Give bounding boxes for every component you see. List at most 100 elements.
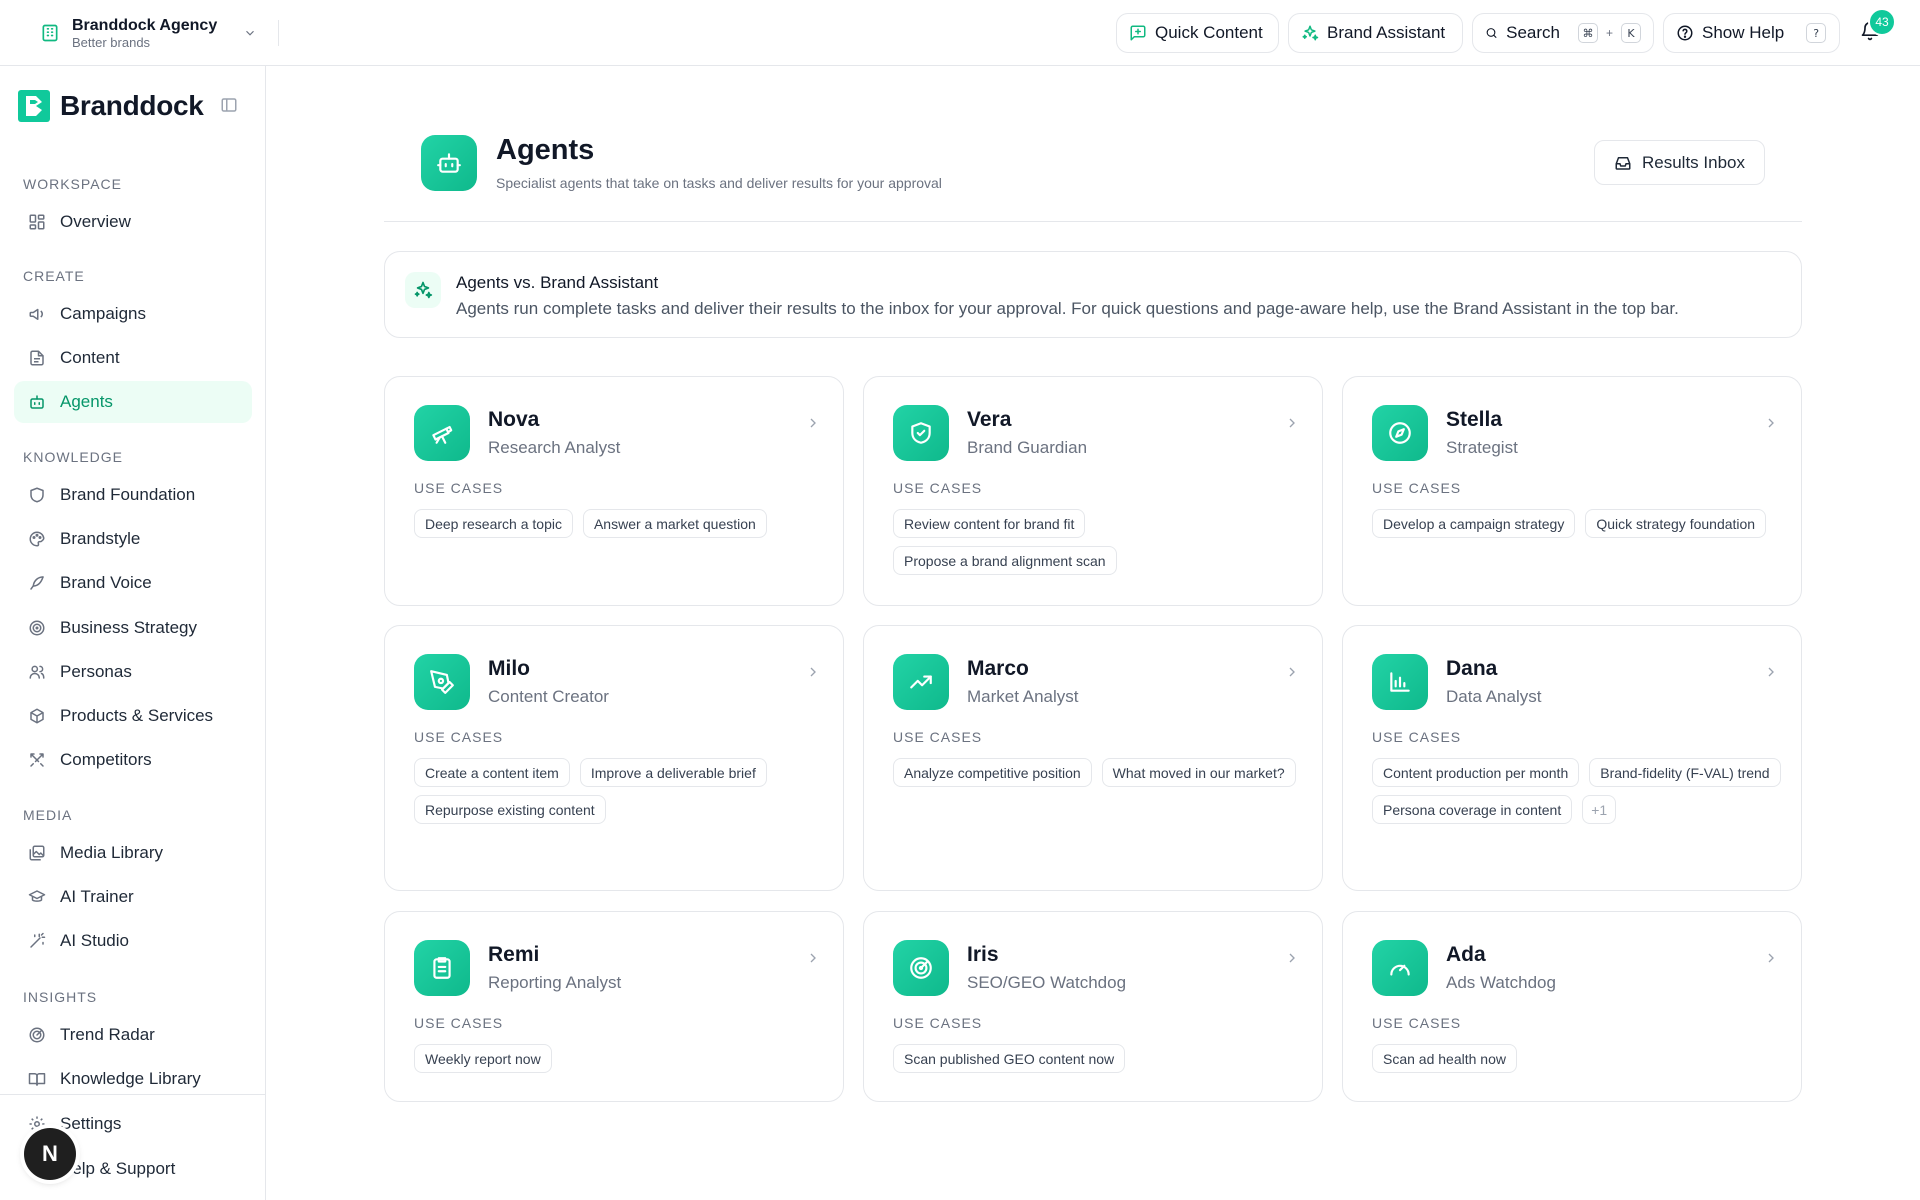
use-case-chip[interactable]: Scan ad health now bbox=[1372, 1044, 1517, 1073]
sidebar-item-agents[interactable]: Agents bbox=[14, 381, 252, 423]
use-case-chip[interactable]: What moved in our market? bbox=[1101, 758, 1296, 787]
use-cases-label: USE CASES bbox=[414, 1015, 504, 1031]
help-circle-icon bbox=[1677, 25, 1693, 41]
agent-role: Ads Watchdog bbox=[1446, 973, 1556, 992]
use-cases-label: USE CASES bbox=[893, 729, 983, 745]
sidebar-item-label: Brand Voice bbox=[60, 573, 152, 592]
agent-role: Research Analyst bbox=[488, 438, 621, 457]
open-agent-chevron[interactable] bbox=[1284, 415, 1300, 436]
images-icon bbox=[29, 845, 45, 861]
sidebar-item-overview[interactable]: Overview bbox=[14, 201, 252, 243]
use-case-list: Scan published GEO content now bbox=[893, 1044, 1303, 1073]
file-text-icon bbox=[30, 350, 44, 366]
agent-name: Remi bbox=[488, 943, 540, 966]
user-avatar[interactable]: N bbox=[24, 1128, 76, 1180]
brand-assistant-button[interactable]: Brand Assistant bbox=[1288, 13, 1463, 53]
agent-card-remi[interactable]: Remi Reporting Analyst USE CASES Weekly rep… bbox=[384, 911, 844, 1102]
open-agent-chevron[interactable] bbox=[1763, 950, 1779, 971]
page-title: Agents bbox=[496, 134, 595, 166]
agent-name: Vera bbox=[967, 408, 1012, 431]
open-agent-chevron[interactable] bbox=[805, 950, 821, 971]
open-agent-chevron[interactable] bbox=[1763, 664, 1779, 685]
use-case-chip[interactable]: Repurpose existing content bbox=[414, 795, 606, 824]
open-agent-chevron[interactable] bbox=[805, 415, 821, 436]
sidebar-item-trend-radar[interactable]: Trend Radar bbox=[14, 1014, 252, 1056]
sidebar-item-brand-foundation[interactable]: Brand Foundation bbox=[14, 474, 252, 516]
sidebar-item-label: Brand Foundation bbox=[60, 485, 196, 504]
use-case-list: Analyze competitive position What moved i… bbox=[893, 758, 1303, 787]
sidebar-item-ai-studio[interactable]: AI Studio bbox=[14, 920, 252, 962]
telescope-icon bbox=[432, 425, 453, 444]
agent-avatar bbox=[414, 405, 470, 461]
agent-card-marco[interactable]: Marco Market Analyst USE CASES Analyze comp… bbox=[863, 625, 1323, 891]
sidebar-item-brand-voice[interactable]: Brand Voice bbox=[14, 562, 252, 604]
sidebar-item-personas[interactable]: Personas bbox=[14, 651, 252, 693]
sidebar-item-products-services[interactable]: Products & Services bbox=[14, 695, 252, 737]
users-icon bbox=[29, 665, 45, 679]
use-case-chip[interactable]: Analyze competitive position bbox=[893, 758, 1092, 787]
graduation-cap-icon bbox=[28, 890, 46, 902]
agent-card-nova[interactable]: Nova Research Analyst USE CASES Deep resear… bbox=[384, 376, 844, 606]
chevron-right-icon bbox=[1289, 953, 1295, 963]
agent-card-vera[interactable]: Vera Brand Guardian USE CASES Review conten… bbox=[863, 376, 1323, 606]
brand-logo-link[interactable]: Branddock bbox=[18, 90, 204, 122]
use-case-chip[interactable]: Persona coverage in content bbox=[1372, 795, 1573, 824]
use-case-chip[interactable]: Propose a brand alignment scan bbox=[893, 546, 1117, 575]
sidebar-item-campaigns[interactable]: Campaigns bbox=[14, 293, 252, 335]
use-case-chip[interactable]: Answer a market question bbox=[582, 509, 767, 538]
results-inbox-button[interactable]: Results Inbox bbox=[1594, 140, 1765, 185]
page-subtitle: Specialist agents that take on tasks and… bbox=[496, 175, 942, 191]
use-case-chip[interactable]: Scan published GEO content now bbox=[893, 1044, 1126, 1073]
use-case-chip[interactable]: Deep research a topic bbox=[414, 509, 573, 538]
panel-left-icon bbox=[221, 98, 237, 112]
target-icon bbox=[29, 620, 45, 636]
sidebar-item-label: Products & Services bbox=[60, 706, 214, 725]
open-agent-chevron[interactable] bbox=[1763, 415, 1779, 436]
sidebar-item-label: Personas bbox=[60, 662, 132, 681]
more-use-cases-chip[interactable]: +1 bbox=[1582, 795, 1617, 824]
open-agent-chevron[interactable] bbox=[1284, 950, 1300, 971]
agent-card-dana[interactable]: Dana Data Analyst USE CASES Content product… bbox=[1342, 625, 1802, 891]
sidebar-item-media-library[interactable]: Media Library bbox=[14, 832, 252, 874]
sidebar-item-ai-trainer[interactable]: AI Trainer bbox=[14, 876, 252, 918]
page-icon bbox=[421, 135, 477, 191]
use-case-chip[interactable]: Review content for brand fit bbox=[893, 509, 1086, 538]
sidebar-item-label: Knowledge Library bbox=[60, 1069, 201, 1088]
use-case-chip[interactable]: Quick strategy foundation bbox=[1585, 509, 1767, 538]
agent-role: Strategist bbox=[1446, 438, 1518, 457]
sidebar-item-label: Help & Support bbox=[60, 1159, 176, 1178]
info-title: Agents vs. Brand Assistant bbox=[456, 273, 659, 292]
agent-card-milo[interactable]: Milo Content Creator USE CASES Create a con… bbox=[384, 625, 844, 891]
use-case-chip[interactable]: Create a content item bbox=[414, 758, 570, 787]
show-help-button[interactable]: Show Help ? bbox=[1663, 13, 1840, 53]
chevron-right-icon bbox=[1768, 667, 1774, 677]
open-agent-chevron[interactable] bbox=[1284, 664, 1300, 685]
use-case-list: Weekly report now bbox=[414, 1044, 824, 1073]
top-bar: Branddock Agency Better brands Quick Con… bbox=[0, 0, 1920, 66]
agent-card-ada[interactable]: Ada Ads Watchdog USE CASES Scan ad health n… bbox=[1342, 911, 1802, 1102]
use-case-chip[interactable]: Improve a deliverable brief bbox=[579, 758, 767, 787]
agent-card-iris[interactable]: Iris SEO/GEO Watchdog USE CASES Scan publis… bbox=[863, 911, 1323, 1102]
use-case-chip[interactable]: Develop a campaign strategy bbox=[1372, 509, 1576, 538]
agent-avatar bbox=[893, 654, 949, 710]
agent-avatar bbox=[414, 940, 470, 996]
sidebar-item-label: AI Trainer bbox=[60, 887, 134, 906]
quick-content-label: Quick Content bbox=[1155, 23, 1263, 42]
use-case-chip[interactable]: Content production per month bbox=[1372, 758, 1580, 787]
sidebar-item-competitors[interactable]: Competitors bbox=[14, 739, 252, 781]
sparkles-icon bbox=[414, 281, 433, 299]
sidebar-item-brandstyle[interactable]: Brandstyle bbox=[14, 518, 252, 560]
search-button[interactable]: Search ⌘ + K bbox=[1472, 13, 1654, 53]
collapse-sidebar-button[interactable] bbox=[220, 96, 240, 116]
shield-icon bbox=[30, 487, 44, 503]
workspace-switcher[interactable]: Branddock Agency Better brands bbox=[40, 13, 257, 53]
use-case-chip[interactable]: Weekly report now bbox=[414, 1044, 552, 1073]
use-case-list: Scan ad health now bbox=[1372, 1044, 1782, 1073]
agent-card-stella[interactable]: Stella Strategist USE CASES Develop a campa… bbox=[1342, 376, 1802, 606]
quick-content-button[interactable]: Quick Content bbox=[1116, 13, 1279, 53]
open-agent-chevron[interactable] bbox=[805, 664, 821, 685]
bot-icon bbox=[437, 153, 461, 173]
use-case-chip[interactable]: Brand-fidelity (F-VAL) trend bbox=[1589, 758, 1781, 787]
sidebar-item-business-strategy[interactable]: Business Strategy bbox=[14, 607, 252, 649]
sidebar-item-content[interactable]: Content bbox=[14, 337, 252, 379]
